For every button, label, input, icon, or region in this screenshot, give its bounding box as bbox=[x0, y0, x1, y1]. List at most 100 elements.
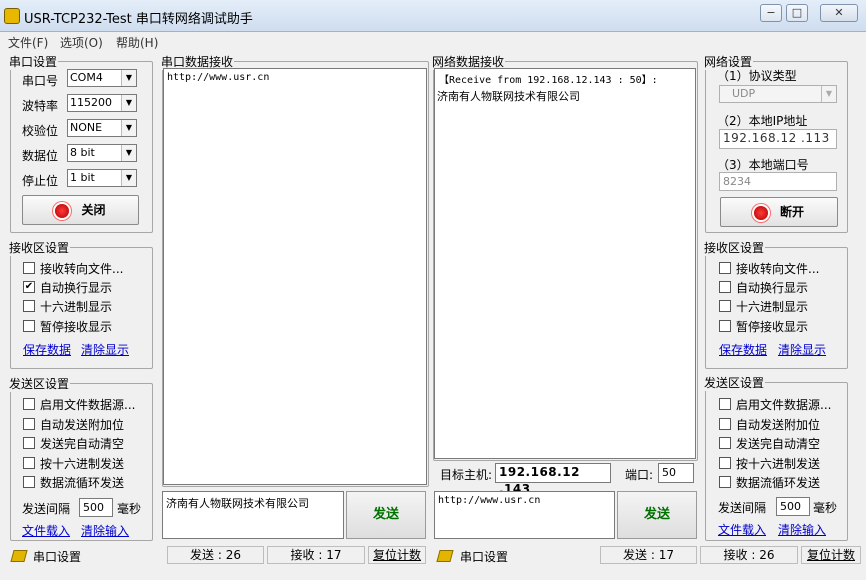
clear-display-link-right[interactable]: 清除显示 bbox=[778, 341, 826, 358]
protocol-select[interactable]: UDP ▼ bbox=[719, 85, 837, 103]
loop-send-checkbox-right[interactable] bbox=[719, 476, 731, 488]
loop-send-checkbox-left[interactable] bbox=[23, 476, 35, 488]
databits-select[interactable]: 8 bit ▼ bbox=[67, 144, 137, 162]
recv-count-right: 接收 : 26 bbox=[700, 546, 798, 564]
target-port-input[interactable]: 50 bbox=[658, 463, 694, 483]
stopbits-label: 停止位 bbox=[22, 174, 59, 188]
pause-recv-label-right: 暂停接收显示 bbox=[736, 320, 809, 334]
load-file-link-left[interactable]: 文件载入 bbox=[22, 522, 70, 539]
status-light-icon bbox=[753, 205, 768, 220]
minimize-button[interactable]: − bbox=[760, 4, 782, 22]
serial-send-button[interactable]: 发送 bbox=[346, 491, 426, 539]
clear-input-link-left[interactable]: 清除输入 bbox=[81, 522, 129, 539]
auto-wrap-label-right: 自动换行显示 bbox=[736, 281, 809, 295]
auto-clear-label-right: 发送完自动清空 bbox=[736, 437, 821, 451]
send-count-right: 发送 : 17 bbox=[600, 546, 697, 564]
append-bit-label-right: 自动发送附加位 bbox=[736, 418, 821, 432]
local-port-input[interactable]: 8234 bbox=[719, 172, 837, 191]
append-bit-checkbox-right[interactable] bbox=[719, 418, 731, 430]
close-button[interactable]: ✕ bbox=[820, 4, 858, 22]
auto-wrap-checkbox-left[interactable]: ✔ bbox=[23, 281, 35, 293]
auto-clear-checkbox-left[interactable] bbox=[23, 437, 35, 449]
recv-to-file-checkbox-right[interactable] bbox=[719, 262, 731, 274]
baud-value: 115200 bbox=[70, 96, 112, 109]
menu-options[interactable]: 选项(O) bbox=[60, 34, 103, 51]
menu-help[interactable]: 帮助(H) bbox=[116, 34, 158, 51]
local-port-label: （3）本地端口号 bbox=[717, 158, 809, 172]
parity-select[interactable]: NONE ▼ bbox=[67, 119, 137, 137]
chevron-down-icon: ▼ bbox=[121, 120, 136, 136]
net-recv-textarea[interactable]: 【Receive from 192.168.12.143 : 50】: 济南有人… bbox=[434, 68, 696, 459]
recv-header-line: 【Receive from 192.168.12.143 : 50】: bbox=[439, 75, 658, 86]
menu-file[interactable]: 文件(F) bbox=[8, 34, 48, 51]
net-send-input[interactable]: http://www.usr.cn bbox=[434, 491, 615, 539]
clear-display-link-left[interactable]: 清除显示 bbox=[81, 341, 129, 358]
hex-send-checkbox-left[interactable] bbox=[23, 457, 35, 469]
status-port-label-right: 串口设置 bbox=[460, 550, 509, 564]
chevron-down-icon: ▼ bbox=[121, 70, 136, 86]
auto-clear-checkbox-right[interactable] bbox=[719, 437, 731, 449]
stopbits-select[interactable]: 1 bit ▼ bbox=[67, 169, 137, 187]
loop-send-label-right: 数据流循环发送 bbox=[736, 476, 821, 490]
net-disconnect-button[interactable]: 断开 bbox=[720, 197, 838, 227]
recv-to-file-label-left: 接收转向文件... bbox=[40, 262, 124, 276]
serial-close-button[interactable]: 关闭 bbox=[22, 195, 139, 225]
hex-display-label-left: 十六进制显示 bbox=[40, 300, 113, 314]
reset-count-left[interactable]: 复位计数 bbox=[368, 546, 426, 564]
reset-count-right[interactable]: 复位计数 bbox=[801, 546, 861, 564]
auto-wrap-label-left: 自动换行显示 bbox=[40, 281, 113, 295]
protocol-value: UDP bbox=[732, 87, 756, 100]
interval-label-left: 发送间隔 bbox=[22, 502, 71, 516]
interval-input-right[interactable]: 500 bbox=[776, 497, 810, 516]
file-source-checkbox-right[interactable] bbox=[719, 398, 731, 410]
app-icon bbox=[4, 8, 20, 24]
interval-label-right: 发送间隔 bbox=[718, 501, 767, 515]
stopbits-value: 1 bit bbox=[70, 171, 95, 184]
send-settings-right-legend: 发送区设置 bbox=[704, 376, 765, 390]
chevron-down-icon: ▼ bbox=[121, 95, 136, 111]
hex-send-label-left: 按十六进制发送 bbox=[40, 457, 125, 471]
pause-recv-checkbox-right[interactable] bbox=[719, 320, 731, 332]
append-bit-checkbox-left[interactable] bbox=[23, 418, 35, 430]
file-source-label-right: 启用文件数据源... bbox=[736, 398, 832, 412]
pause-recv-checkbox-left[interactable] bbox=[23, 320, 35, 332]
clear-input-link-right[interactable]: 清除输入 bbox=[778, 521, 826, 538]
status-light-icon bbox=[55, 203, 70, 218]
hex-display-checkbox-left[interactable] bbox=[23, 300, 35, 312]
target-host-input[interactable]: 192.168.12 .143 bbox=[495, 463, 611, 496]
hex-display-checkbox-right[interactable] bbox=[719, 300, 731, 312]
hex-send-checkbox-right[interactable] bbox=[719, 457, 731, 469]
databits-label: 数据位 bbox=[22, 149, 59, 163]
port-select[interactable]: COM4 ▼ bbox=[67, 69, 137, 87]
save-data-link-left[interactable]: 保存数据 bbox=[23, 341, 71, 358]
baud-select[interactable]: 115200 ▼ bbox=[67, 94, 137, 112]
target-port-label: 端口: bbox=[625, 468, 654, 482]
interval-unit-right: 毫秒 bbox=[813, 501, 838, 515]
local-ip-input[interactable]: 192.168.12 .113 bbox=[719, 129, 837, 149]
local-ip-label: （2）本地IP地址 bbox=[717, 114, 808, 128]
interval-unit-left: 毫秒 bbox=[117, 502, 142, 516]
recv-to-file-checkbox-left[interactable] bbox=[23, 262, 35, 274]
parity-value: NONE bbox=[70, 121, 103, 134]
chevron-down-icon: ▼ bbox=[121, 170, 136, 186]
maximize-button[interactable]: □ bbox=[786, 4, 808, 22]
loop-send-label-left: 数据流循环发送 bbox=[40, 476, 125, 490]
file-source-checkbox-left[interactable] bbox=[23, 398, 35, 410]
recv-content-line: 济南有人物联网技术有限公司 bbox=[437, 90, 580, 103]
window-title: USR-TCP232-Test 串口转网络调试助手 bbox=[24, 12, 253, 27]
pause-recv-label-left: 暂停接收显示 bbox=[40, 320, 113, 334]
file-source-label-left: 启用文件数据源... bbox=[40, 398, 136, 412]
serial-send-input[interactable]: 济南有人物联网技术有限公司 bbox=[162, 491, 344, 539]
protocol-label: （1）协议类型 bbox=[717, 69, 797, 83]
save-data-link-right[interactable]: 保存数据 bbox=[719, 341, 767, 358]
recv-settings-left-legend: 接收区设置 bbox=[9, 241, 70, 255]
net-send-button[interactable]: 发送 bbox=[617, 491, 697, 539]
serial-recv-textarea[interactable]: http://www.usr.cn bbox=[163, 68, 427, 485]
parity-label: 校验位 bbox=[22, 124, 59, 138]
serial-settings-legend: 串口设置 bbox=[9, 55, 58, 69]
auto-wrap-checkbox-right[interactable] bbox=[719, 281, 731, 293]
recv-settings-right-legend: 接收区设置 bbox=[704, 241, 765, 255]
interval-input-left[interactable]: 500 bbox=[79, 498, 113, 517]
chevron-down-icon: ▼ bbox=[821, 86, 836, 102]
load-file-link-right[interactable]: 文件载入 bbox=[718, 521, 766, 538]
